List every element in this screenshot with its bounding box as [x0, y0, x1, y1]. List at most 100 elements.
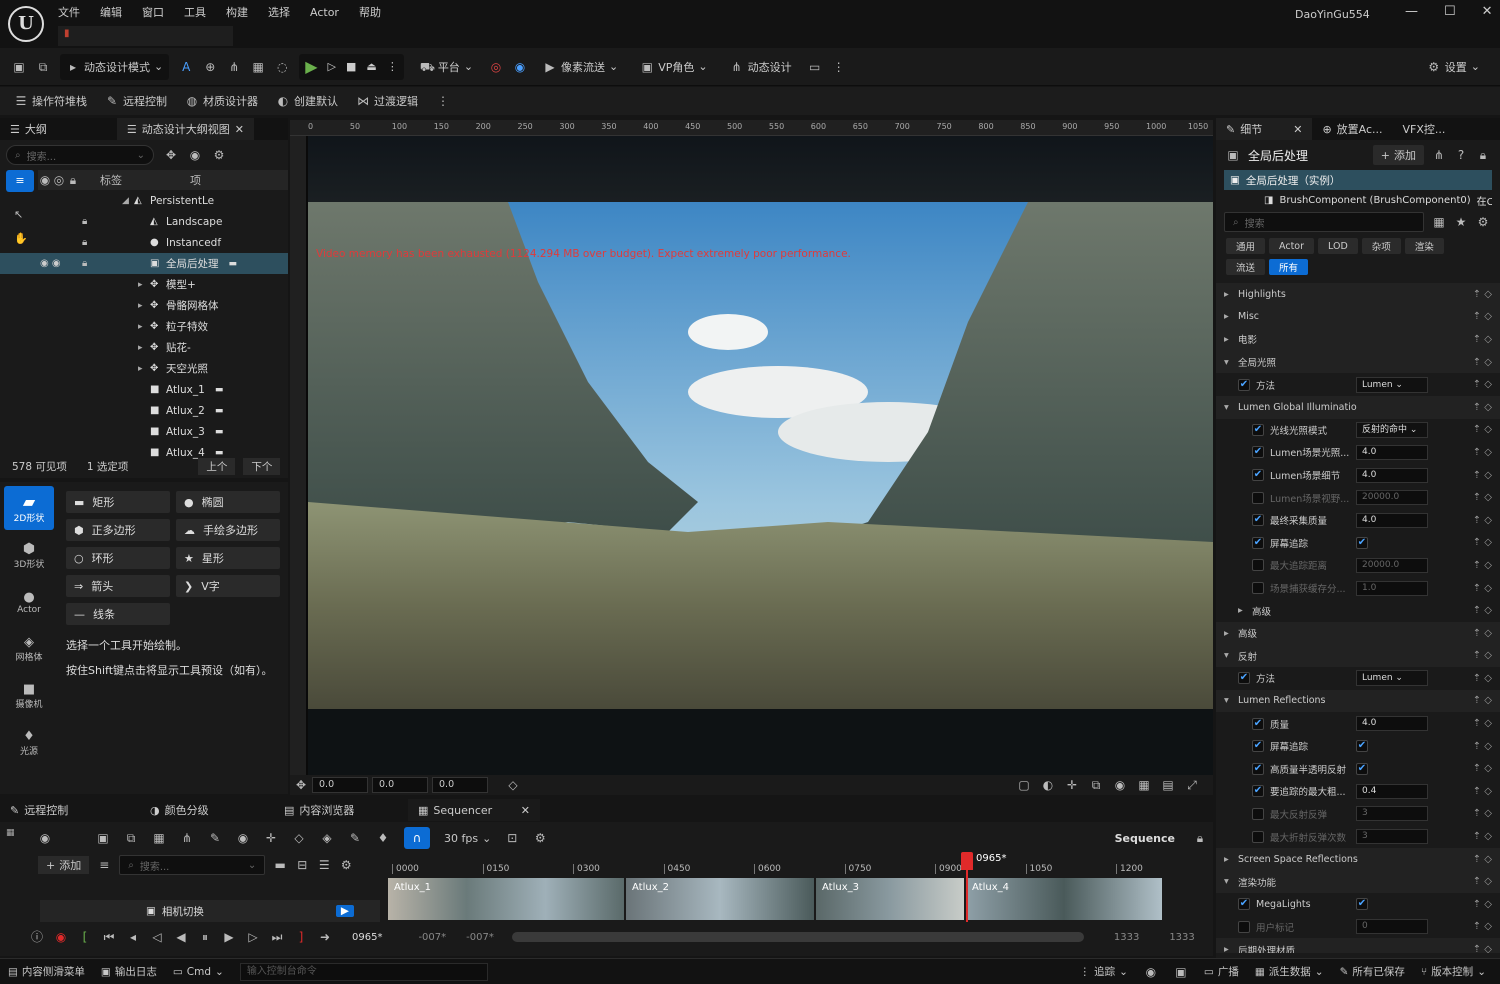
- view-mode-icon[interactable]: ▢: [1017, 778, 1031, 792]
- property-checkbox[interactable]: ✔: [1238, 672, 1250, 685]
- chevron-down-icon[interactable]: ▾: [1224, 876, 1229, 887]
- add-actor-icon[interactable]: ⊕: [203, 60, 217, 74]
- tab-color-grading[interactable]: ◑ 颜色分级: [140, 799, 274, 821]
- play-icon[interactable]: ▶: [222, 930, 236, 944]
- chevron-down-icon[interactable]: ◢: [122, 196, 134, 206]
- property-value-input[interactable]: 4.0: [1356, 444, 1428, 460]
- outliner-row[interactable]: ■ Atlux_3 ▬: [0, 421, 288, 442]
- eye-icon[interactable]: ◉: [236, 831, 250, 845]
- property-row[interactable]: ▸ 电影 ⇡ ◇: [1216, 328, 1500, 351]
- filter-general[interactable]: 通用: [1226, 238, 1266, 254]
- coord-z-input[interactable]: 0.0: [432, 777, 488, 793]
- tool-polygon[interactable]: ⬢ 正多边形: [66, 519, 170, 541]
- property-row[interactable]: Lumen场景视野... 20000.0 ⇡ ◇: [1216, 486, 1500, 509]
- save-icon[interactable]: ▣: [12, 60, 26, 74]
- jump-end-icon[interactable]: ⏭: [270, 930, 284, 944]
- filter-misc[interactable]: 杂项: [1361, 238, 1401, 254]
- mode-2d-shapes[interactable]: ▰ 2D形状: [4, 486, 54, 530]
- keyframe-icon[interactable]: ⇡ ◇: [1473, 492, 1492, 503]
- property-value-input[interactable]: 20000.0: [1356, 557, 1428, 573]
- outliner-row[interactable]: ◢ ◭ PersistentLe: [0, 190, 288, 211]
- filter-rendering[interactable]: 渲染: [1404, 238, 1444, 254]
- operator-stack-button[interactable]: ☰ 操作符堆栈: [14, 93, 87, 109]
- outliner-row[interactable]: 🔒︎ ◉ ◉ ▣ 全局后处理 ▬: [0, 253, 288, 274]
- chevron-right-icon[interactable]: ▸: [138, 322, 150, 332]
- tab-content-browser[interactable]: ▤ 内容浏览器: [274, 799, 408, 821]
- cmd-dropdown[interactable]: ▭ Cmd ⌄: [173, 966, 224, 978]
- tool-star[interactable]: ★ 星形: [176, 547, 280, 569]
- chevron-right-icon[interactable]: ▸: [1224, 311, 1229, 322]
- star-icon[interactable]: ★: [1454, 215, 1468, 229]
- property-value-input[interactable]: 20000.0: [1356, 490, 1428, 506]
- gear-icon[interactable]: ⚙: [533, 831, 547, 845]
- tab-outliner[interactable]: ☰ 大纲: [0, 118, 57, 140]
- property-checkbox[interactable]: ✔: [1252, 740, 1264, 753]
- keyframe-icon[interactable]: ⇡ ◇: [1473, 515, 1492, 526]
- property-row[interactable]: 场景捕获缓存分... 1.0 ⇡ ◇: [1216, 577, 1500, 600]
- keyframe-icon[interactable]: ⇡ ◇: [1473, 605, 1492, 616]
- menu-help[interactable]: 帮助: [359, 4, 381, 20]
- camera-cut-clip[interactable]: Atlux_1: [388, 878, 624, 920]
- save-icon[interactable]: ▣: [96, 831, 110, 845]
- lit-icon[interactable]: ◐: [1041, 778, 1055, 792]
- transform-icon[interactable]: ✛: [264, 831, 278, 845]
- tool-rectangle[interactable]: ▬ 矩形: [66, 491, 170, 513]
- create-default-button[interactable]: ◐ 创建默认: [276, 93, 338, 109]
- timeline-ruler[interactable]: 0000 0150 0300 0450 0600 0750 0900 1050 1200: [388, 860, 1178, 876]
- lock-icon[interactable]: 🔒︎: [66, 173, 80, 187]
- blueprint-icon[interactable]: ⋔: [227, 60, 241, 74]
- property-row[interactable]: 最大折射反弹次数 3 ⇡ ◇: [1216, 825, 1500, 848]
- tab-vfx[interactable]: VFX控...: [1393, 118, 1456, 140]
- lock-icon[interactable]: 🔒︎: [82, 237, 87, 248]
- collapse-icon[interactable]: ▬: [273, 858, 287, 872]
- property-dropdown[interactable]: Lumen ⌄: [1356, 376, 1428, 393]
- remote-control-button[interactable]: ✎ 远程控制: [105, 93, 167, 109]
- platform-button[interactable]: ⛟ 平台 ⌄: [414, 54, 479, 80]
- property-checkbox[interactable]: ✔: [1238, 378, 1250, 391]
- keyframe-icon[interactable]: ⇡ ◇: [1473, 289, 1492, 300]
- chevron-right-icon[interactable]: ▸: [138, 343, 150, 353]
- film-icon[interactable]: ▦: [152, 831, 166, 845]
- trace-button[interactable]: ⋮ 追踪 ⌄: [1080, 964, 1128, 979]
- lock-icon[interactable]: 🔒︎: [1476, 148, 1490, 162]
- close-icon[interactable]: ✕: [1482, 4, 1493, 19]
- pencil-icon[interactable]: ✎: [348, 831, 362, 845]
- level-tab[interactable]: ▮: [58, 26, 233, 46]
- property-checkbox[interactable]: ✔: [1252, 762, 1264, 775]
- property-dropdown[interactable]: 反射的命中 ⌄: [1356, 421, 1428, 438]
- property-row[interactable]: ✔ 光线光照模式 反射的命中 ⌄ ⇡ ◇: [1216, 419, 1500, 442]
- close-icon[interactable]: ✕: [235, 123, 244, 136]
- keyframe-icon[interactable]: ⇡ ◇: [1473, 470, 1492, 481]
- settings-button[interactable]: ⚙ 设置 ⌄: [1421, 54, 1486, 80]
- move-icon[interactable]: ✥: [294, 778, 308, 792]
- motion-design-icon[interactable]: A: [179, 60, 193, 74]
- jump-start-icon[interactable]: ⏮: [102, 930, 116, 944]
- globe-icon[interactable]: ◉: [513, 60, 527, 74]
- chevron-right-icon[interactable]: ▸: [138, 280, 150, 290]
- mode-light[interactable]: ♦ 光源: [4, 721, 54, 765]
- property-row[interactable]: ✔ 屏幕追踪 ✔ ⇡ ◇: [1216, 532, 1500, 555]
- filter-lod[interactable]: LOD: [1318, 238, 1358, 254]
- property-value-checkbox[interactable]: ✔: [1356, 740, 1368, 753]
- menu-edit[interactable]: 编辑: [100, 4, 122, 20]
- property-checkbox[interactable]: ✔: [1252, 469, 1264, 482]
- keyframe-icon[interactable]: ⇡ ◇: [1473, 357, 1492, 368]
- property-checkbox[interactable]: ✔: [1252, 423, 1264, 436]
- gear-icon[interactable]: ⚙: [1476, 215, 1490, 229]
- keyframe-icon[interactable]: ⇡ ◇: [1473, 537, 1492, 548]
- console-input[interactable]: 输入控制台命令: [239, 962, 488, 981]
- blueprint-icon[interactable]: ⋔: [1432, 148, 1446, 162]
- menu-file[interactable]: 文件: [58, 4, 80, 20]
- chevron-right-icon[interactable]: ▸: [138, 301, 150, 311]
- property-row[interactable]: 用户标记 0 ⇡ ◇: [1216, 916, 1500, 939]
- minimize-icon[interactable]: —: [1405, 4, 1418, 19]
- close-icon[interactable]: ✕: [521, 804, 530, 817]
- keyframe-icon[interactable]: ⇡ ◇: [1473, 808, 1492, 819]
- chevron-right-icon[interactable]: ▸: [1224, 334, 1229, 345]
- keyframe-icon[interactable]: ⇡ ◇: [1473, 311, 1492, 322]
- property-checkbox[interactable]: ✔: [1252, 717, 1264, 730]
- keyframe-icon[interactable]: ⇡ ◇: [1473, 695, 1492, 706]
- filter-icon[interactable]: ≡: [6, 170, 34, 192]
- component-row[interactable]: ◨ BrushComponent (BrushComponent0) 在C+: [1224, 190, 1492, 210]
- property-value-input[interactable]: 4.0: [1356, 467, 1428, 483]
